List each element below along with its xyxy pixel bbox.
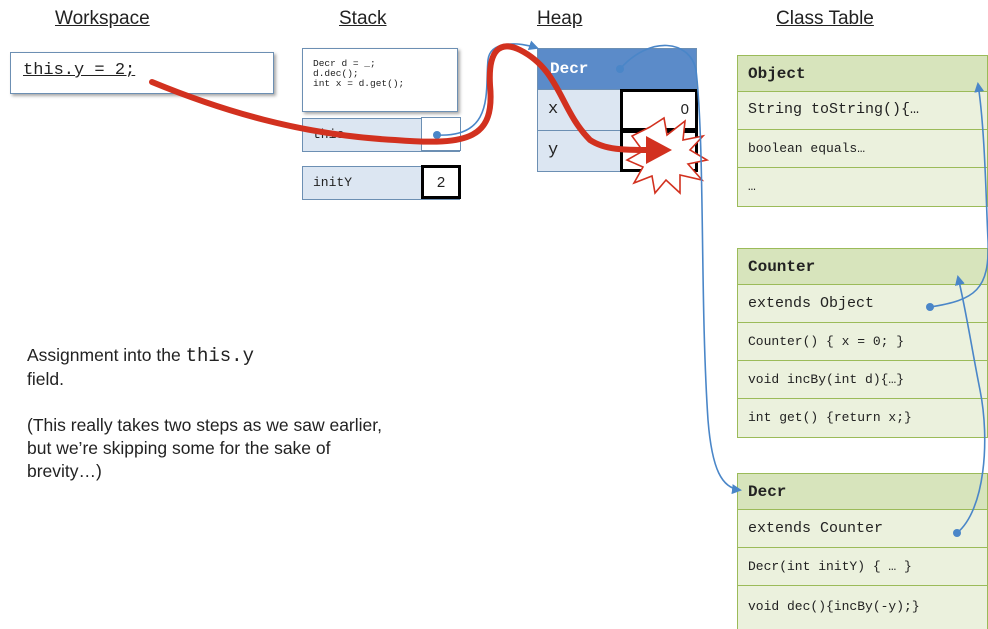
stack-frame-ref-cell [421, 117, 461, 151]
class-member: void dec(){incBy(-y);} [748, 599, 920, 614]
stack-code-box: Decr d = _; d.dec(); int x = d.get(); [302, 48, 458, 112]
stack-code-line: int x = d.get(); [313, 78, 405, 89]
class-member: void incBy(int d){…} [738, 361, 987, 399]
stack-frame-value-cell: 2 [421, 165, 461, 199]
class-member: Counter() { x = 0; } [738, 323, 987, 361]
stack-header: Stack [339, 8, 387, 29]
stack-frame-this: this [302, 117, 461, 152]
heap-field-x: x 0 [538, 89, 698, 131]
class-decr: Decr extends Counter Decr(int initY) { …… [737, 473, 988, 629]
class-table-header: Class Table [776, 8, 874, 29]
stack-frame-name: this [313, 127, 345, 142]
stack-frame-name: initY [313, 175, 353, 190]
class-title: Counter [738, 249, 987, 285]
class-member: extends Object [738, 285, 987, 323]
heap-object-header: Decr [538, 49, 696, 90]
class-member: Decr(int initY) { … } [738, 548, 987, 586]
heap-field-value: 2 [680, 142, 689, 159]
heap-field-value: 0 [680, 101, 689, 118]
class-member: extends Counter [738, 510, 987, 548]
heap-field-value-cell: 2 [620, 130, 698, 172]
class-name: Decr [748, 483, 787, 501]
class-member: … [748, 179, 756, 194]
class-counter: Counter extends Object Counter() { x = 0… [737, 248, 988, 438]
class-member: String toString(){… [738, 92, 987, 130]
caption-line2: field. [27, 369, 64, 389]
caption-line1: Assignment into the this.y [27, 345, 254, 367]
class-title: Object [738, 56, 987, 92]
heap-object-class: Decr [550, 60, 589, 78]
workspace-code: this.y = 2; [23, 61, 136, 80]
heap-field-name: x [548, 100, 559, 119]
caption: Assignment into the this.y field. (This … [27, 344, 387, 483]
class-member: boolean equals… [738, 130, 987, 168]
stack-frame-inity: initY 2 [302, 165, 461, 200]
heap-field-name: y [548, 141, 559, 160]
stack-frame-value: 2 [436, 174, 446, 191]
workspace-header: Workspace [55, 8, 150, 29]
class-title: Decr [738, 474, 987, 510]
class-name: Object [748, 65, 806, 83]
workspace-box: this.y = 2; [10, 52, 274, 94]
heap-object: Decr x 0 y 2 [537, 48, 698, 172]
heap-field-value-cell: 0 [620, 89, 698, 131]
class-name: Counter [748, 258, 816, 276]
class-member: int get() {return x;} [748, 410, 912, 425]
caption-code: this.y [185, 345, 254, 367]
heap-field-y: y 2 [538, 130, 698, 172]
heap-header: Heap [537, 8, 583, 29]
class-object: Object String toString(){… boolean equal… [737, 55, 988, 207]
caption-note: (This really takes two steps as we saw e… [27, 415, 382, 481]
